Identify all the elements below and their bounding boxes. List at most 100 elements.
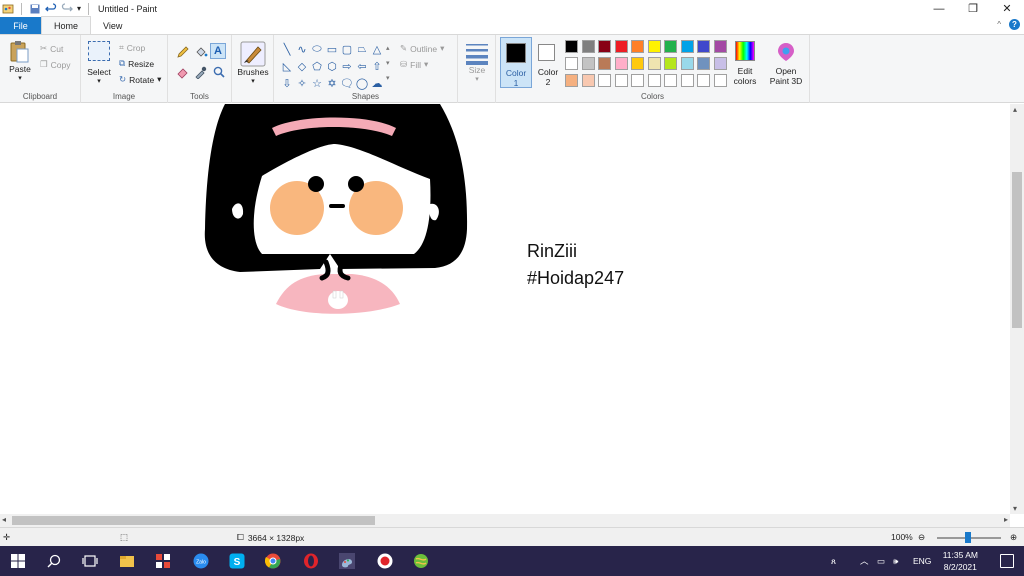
restore-button[interactable]: ❐	[956, 0, 990, 17]
palette-swatch[interactable]	[614, 40, 628, 53]
callout-cloud-shape-icon[interactable]: ☁	[370, 75, 384, 91]
zoom-out-icon[interactable]: ⊖	[918, 532, 925, 543]
help-icon[interactable]: ?	[1009, 19, 1020, 30]
magnifier-icon[interactable]	[212, 65, 226, 79]
line-shape-icon[interactable]: ╲	[280, 41, 294, 57]
diamond-shape-icon[interactable]: ◇	[295, 58, 309, 74]
scroll-up-icon[interactable]: ▴	[1013, 105, 1017, 114]
right-arrow-shape-icon[interactable]: ⇨	[340, 58, 354, 74]
show-hidden-icons-icon[interactable]: ︿	[860, 546, 869, 576]
palette-swatch[interactable]	[565, 57, 578, 70]
triangle-shape-icon[interactable]: △	[370, 41, 384, 57]
palette-swatch[interactable]	[680, 57, 694, 70]
eraser-icon[interactable]	[176, 65, 190, 79]
up-arrow-shape-icon[interactable]: ⇧	[370, 58, 384, 74]
volume-icon[interactable]: 🕪	[893, 546, 898, 576]
palette-swatch[interactable]	[647, 74, 661, 87]
palette-swatch[interactable]	[598, 57, 611, 70]
file-explorer-icon[interactable]	[119, 553, 135, 569]
scroll-right-icon[interactable]: ▸	[1004, 515, 1008, 524]
paste-button[interactable]: Paste ▾	[6, 40, 34, 82]
resize-button[interactable]: ⧉ Resize	[119, 58, 154, 69]
scroll-down-icon[interactable]: ▾	[1013, 504, 1017, 513]
four-point-star-shape-icon[interactable]: ✧	[295, 75, 309, 91]
paint-taskbar-icon[interactable]	[339, 553, 355, 569]
close-button[interactable]: ✕	[990, 0, 1024, 17]
palette-swatch[interactable]	[631, 57, 644, 70]
oval-shape-icon[interactable]: ⬭	[310, 41, 324, 57]
opera-icon[interactable]	[303, 553, 319, 569]
palette-swatch[interactable]	[581, 74, 595, 87]
save-icon[interactable]	[29, 3, 41, 15]
palette-swatch[interactable]	[697, 74, 710, 87]
left-arrow-shape-icon[interactable]: ⇦	[355, 58, 369, 74]
pencil-icon[interactable]	[176, 45, 190, 59]
curve-shape-icon[interactable]: ∿	[295, 41, 309, 57]
right-triangle-shape-icon[interactable]: ◺	[280, 58, 294, 74]
color1-button[interactable]: Color 1	[500, 37, 532, 88]
fill-button[interactable]: ⛁ Fill ▾	[400, 59, 428, 70]
palette-swatch[interactable]	[680, 74, 694, 87]
palette-swatch[interactable]	[713, 74, 727, 87]
six-point-star-shape-icon[interactable]: ✡	[325, 75, 339, 91]
palette-swatch[interactable]	[697, 57, 710, 70]
palette-swatch[interactable]	[664, 40, 677, 53]
zoom-in-icon[interactable]: ⊕	[1010, 532, 1017, 543]
task-view-icon[interactable]	[82, 553, 98, 569]
horizontal-scroll-thumb[interactable]	[12, 516, 375, 525]
pentagon-shape-icon[interactable]: ⬠	[310, 58, 324, 74]
callout-rect-shape-icon[interactable]: 🗨	[340, 75, 354, 91]
scroll-left-icon[interactable]: ◂	[2, 515, 6, 524]
zoom-slider-thumb[interactable]	[965, 532, 971, 543]
globe-app-icon[interactable]	[413, 553, 429, 569]
app-grid-icon[interactable]	[155, 553, 171, 569]
shapes-scroll[interactable]: ▴ ▾ ▾	[386, 41, 393, 87]
down-arrow-shape-icon[interactable]: ⇩	[280, 75, 294, 91]
open-paint3d-button[interactable]: Open Paint 3D	[766, 41, 806, 86]
callout-oval-shape-icon[interactable]: ◯	[355, 75, 369, 91]
palette-swatch[interactable]	[565, 74, 578, 87]
fill-bucket-icon[interactable]	[194, 45, 208, 59]
battery-icon[interactable]: ▭	[877, 546, 885, 576]
search-icon[interactable]	[46, 553, 62, 569]
rotate-button[interactable]: ↻ Rotate ▾	[119, 74, 161, 85]
notifications-icon[interactable]	[1000, 554, 1014, 568]
palette-swatch[interactable]	[631, 40, 644, 53]
palette-swatch[interactable]	[647, 40, 661, 53]
tab-home[interactable]: Home	[41, 16, 92, 34]
outline-button[interactable]: ✎ Outline ▾	[400, 43, 444, 54]
cut-button[interactable]: ✂ Cut	[40, 43, 63, 54]
undo-icon[interactable]	[45, 2, 57, 15]
palette-swatch[interactable]	[664, 57, 677, 70]
tab-file[interactable]: File	[0, 17, 41, 34]
color-picker-icon[interactable]	[194, 65, 208, 79]
drawing-canvas[interactable]: RinZiii #Hoidap247	[0, 104, 1010, 514]
chrome-icon[interactable]	[265, 553, 281, 569]
collapse-ribbon-icon[interactable]: ^	[997, 20, 1001, 29]
language-indicator[interactable]: ENG	[913, 546, 931, 576]
palette-swatch[interactable]	[647, 57, 661, 70]
palette-swatch[interactable]	[614, 57, 628, 70]
palette-swatch[interactable]	[581, 40, 595, 53]
brushes-button[interactable]: Brushes ▾	[235, 41, 271, 85]
palette-swatch[interactable]	[680, 40, 694, 53]
palette-swatch[interactable]	[565, 40, 578, 53]
windows-start-icon[interactable]	[10, 553, 26, 569]
five-point-star-shape-icon[interactable]: ☆	[310, 75, 324, 91]
minimize-button[interactable]: —	[922, 0, 956, 17]
color2-button[interactable]: Color 2	[534, 37, 562, 88]
palette-swatch[interactable]	[664, 74, 677, 87]
rectangle-shape-icon[interactable]: ▭	[325, 41, 339, 57]
horizontal-scrollbar[interactable]: ◂ ▸	[0, 514, 1010, 527]
palette-swatch[interactable]	[713, 57, 727, 70]
text-tool-icon[interactable]: A	[210, 43, 226, 59]
copy-button[interactable]: ❐ Copy	[40, 59, 70, 70]
palette-swatch[interactable]	[598, 40, 611, 53]
clock[interactable]: 11:35 AM 8/2/2021	[943, 549, 978, 573]
select-button[interactable]: Select ▾	[85, 41, 113, 85]
rounded-rectangle-shape-icon[interactable]: ▢	[340, 41, 354, 57]
palette-swatch[interactable]	[614, 74, 628, 87]
palette-swatch[interactable]	[581, 57, 595, 70]
size-button[interactable]: Size ▾	[463, 41, 491, 83]
vertical-scroll-thumb[interactable]	[1012, 172, 1022, 328]
